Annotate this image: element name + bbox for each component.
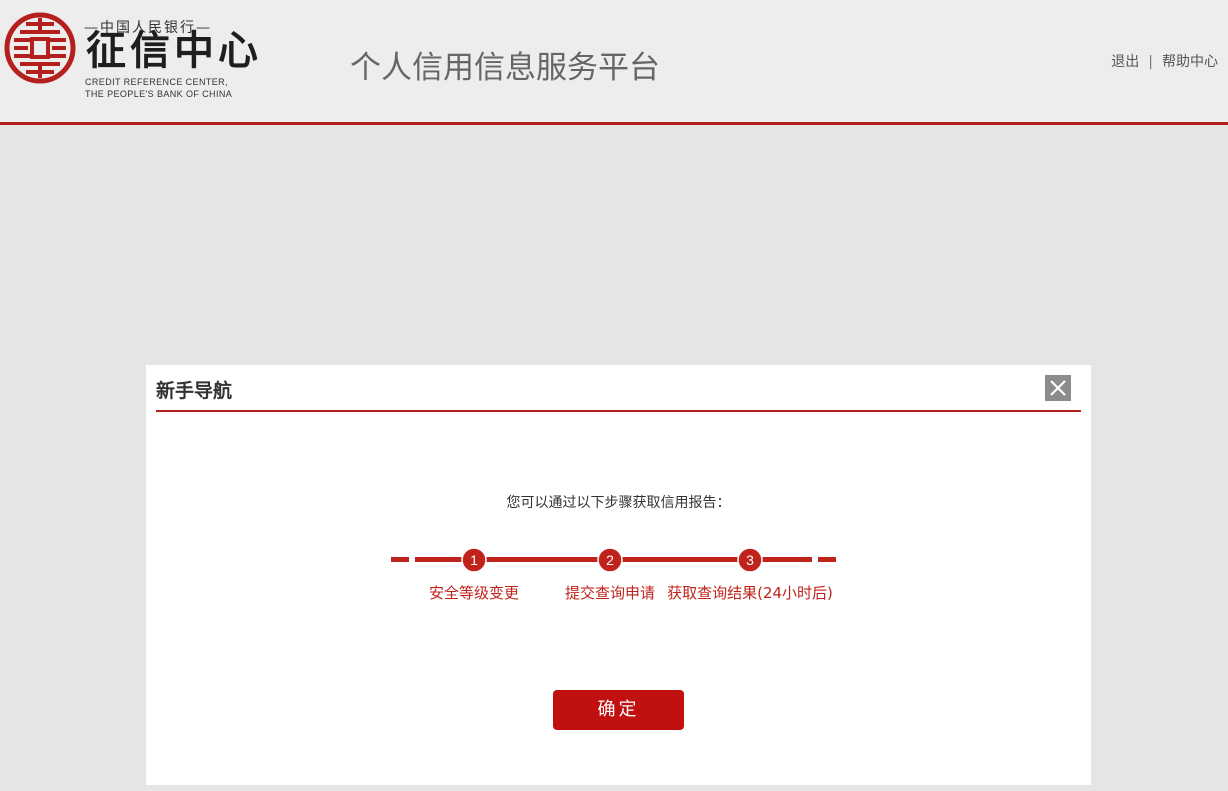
- step-1-number: 1: [470, 552, 478, 568]
- close-icon: [1050, 380, 1066, 396]
- seal-icon: [4, 12, 76, 84]
- logo-center-name: 征信中心: [86, 27, 262, 74]
- step-3-marker: 3: [737, 547, 763, 573]
- steps-track: 1 2 3: [391, 547, 836, 573]
- steps-progress: 1 2 3 安全等级变更 提交查询申请 获取查询结果(24小时后): [391, 547, 836, 602]
- dialog-intro: 您可以通过以下步骤获取信用报告：: [506, 495, 731, 511]
- logout-link[interactable]: 退出: [1111, 54, 1139, 70]
- dialog-title: 新手导航: [156, 380, 233, 402]
- logo-english-line-1: CREDIT REFERENCE CENTER,: [85, 77, 228, 87]
- help-center-link[interactable]: 帮助中心: [1162, 54, 1218, 70]
- close-button[interactable]: [1045, 375, 1071, 401]
- confirm-button[interactable]: 确定: [553, 690, 684, 730]
- credit-reference-center-logo[interactable]: —中国人民银行— 征信中心 CREDIT REFERENCE CENTER, T…: [4, 10, 266, 102]
- logo-english-line-2: THE PEOPLE'S BANK OF CHINA: [85, 89, 233, 99]
- dialog-header: 新手导航: [156, 365, 1081, 412]
- step-3-label: 获取查询结果(24小时后): [667, 584, 833, 602]
- step-1-marker: 1: [461, 547, 487, 573]
- link-separator: |: [1148, 54, 1153, 70]
- step-2-number: 2: [606, 552, 614, 568]
- site-header: —中国人民银行— 征信中心 CREDIT REFERENCE CENTER, T…: [0, 0, 1228, 125]
- step-2-marker: 2: [597, 547, 623, 573]
- top-links: 退出 | 帮助中心: [1111, 51, 1218, 71]
- step-3-number: 3: [746, 552, 754, 568]
- platform-title: 个人信用信息服务平台: [350, 50, 660, 86]
- step-1-label: 安全等级变更: [428, 584, 520, 602]
- guide-dialog: 新手导航 您可以通过以下步骤获取信用报告： 1 2 3 安全等级变更 提交查询申…: [146, 365, 1091, 785]
- step-2-label: 提交查询申请: [564, 584, 656, 602]
